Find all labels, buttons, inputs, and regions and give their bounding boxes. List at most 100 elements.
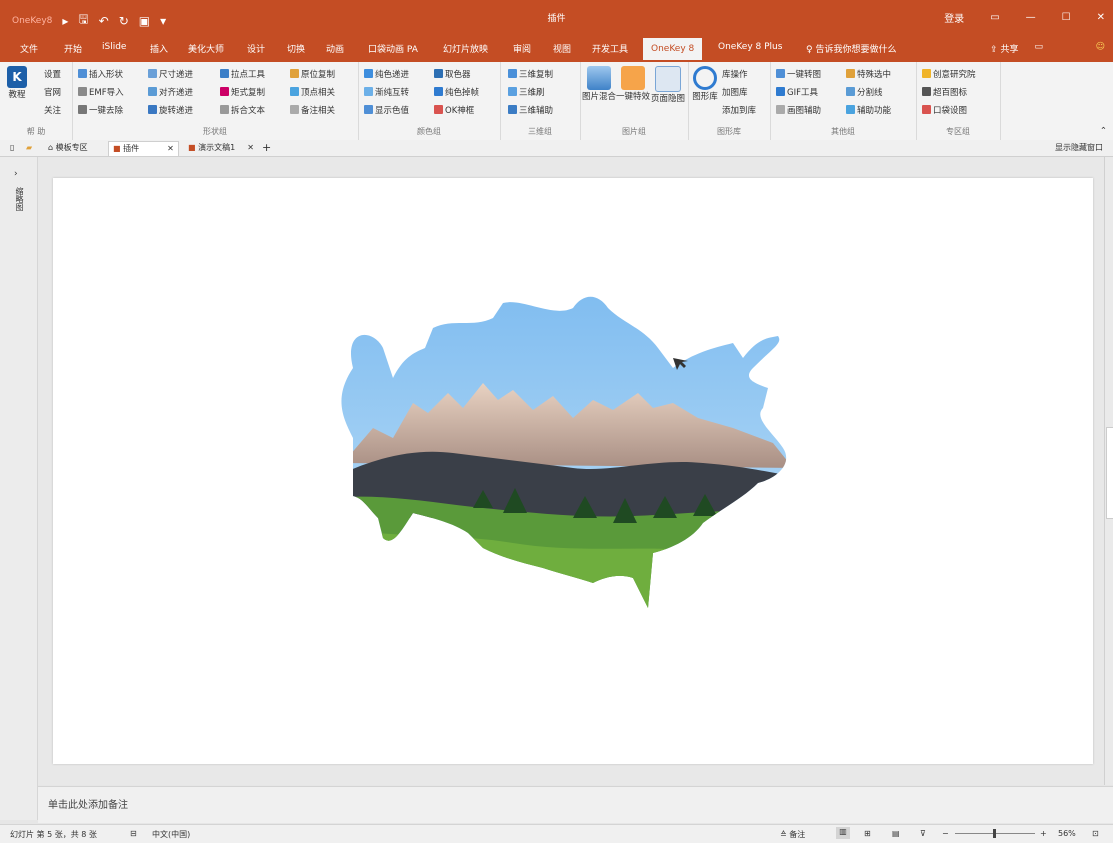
login-link[interactable]: 登录 [944,10,964,25]
home-icon: ⌂ [48,143,56,152]
tab-transitions[interactable]: 切换 [287,42,305,55]
add-tab-icon[interactable]: + [258,141,275,155]
new-file-icon[interactable]: ▯ [6,141,18,155]
notes-pane[interactable]: 单击此处添加备注 [38,786,1113,823]
tab-design[interactable]: 设计 [247,42,265,55]
one-click-remove-button[interactable]: 一键去除 [78,104,123,116]
size-step-button[interactable]: 尺寸递进 [148,68,193,80]
in-place-copy-button[interactable]: 原位复制 [290,68,335,80]
color-picker-button[interactable]: 取色器 [434,68,471,80]
doc-tab-template[interactable]: ⌂ 模板专区 [44,141,92,155]
zoom-in-icon[interactable]: + [1040,829,1047,838]
zoom-slider[interactable] [955,829,1035,838]
rotate-step-button[interactable]: 旋转递进 [148,104,193,116]
close-icon[interactable]: ✕ [1097,12,1105,23]
notes-toggle[interactable]: ≙ 备注 [780,829,805,840]
add-library-button[interactable]: 加图库 [722,86,748,98]
special-select-button[interactable]: 特殊选中 [846,68,891,80]
notes-related-button[interactable]: 备注相关 [290,104,335,116]
tab-home[interactable]: 开始 [64,42,82,55]
smiley-icon[interactable]: ☺ [1096,42,1105,52]
landscape-splash-image[interactable] [53,178,1093,764]
icon-library-button[interactable]: 超百图标 [922,86,967,98]
3d-assist-button[interactable]: 三维辅助 [508,104,553,116]
one-click-to-image-button[interactable]: 一键转图 [776,68,821,80]
point-tool-button[interactable]: 拉点工具 [220,68,265,80]
tab-view[interactable]: 视图 [553,42,571,55]
library-operation-button[interactable]: 库操作 [722,68,748,80]
settings-button[interactable]: 设置 [44,68,61,80]
expand-panel-icon[interactable]: › [14,169,18,179]
tab-beautify[interactable]: 美化大师 [188,42,224,55]
doc-tab-presentation[interactable]: ■ 演示文稿1 ✕ [184,141,258,155]
tab-insert[interactable]: 插入 [150,42,168,55]
reading-view-icon[interactable]: ▤ [892,829,900,838]
tab-onekey8[interactable]: OneKey 8 [643,38,703,60]
ok-frame-button[interactable]: OK神框 [434,104,474,116]
pocket-design-button[interactable]: 口袋设图 [922,104,967,116]
close-tab-icon[interactable]: ✕ [247,143,254,152]
tutorial-button[interactable]: K 教程 [6,66,28,101]
page-hide-picture-button[interactable]: 页面隐图 [650,66,686,105]
solid-color-step-button[interactable]: 纯色递进 [364,68,409,80]
spellcheck-icon[interactable]: ⊟ [130,829,137,838]
slide-sorter-icon[interactable]: ⊞ [864,829,871,838]
maximize-icon[interactable]: ☐ [1062,12,1071,23]
slide-counter: 幻灯片 第 5 张，共 8 张 [10,830,97,839]
tab-animations[interactable]: 动画 [326,42,344,55]
doc-tab-plugin[interactable]: ■ 插件 ✕ [108,141,179,156]
tab-islide[interactable]: iSlide [102,42,126,52]
tab-pocket-animation[interactable]: 口袋动画 PA [368,42,418,55]
minimize-icon[interactable]: — [1026,12,1036,23]
slide[interactable] [53,178,1093,764]
language-indicator[interactable]: 中文(中国) [152,829,190,840]
share-button[interactable]: ⇪ 共享 [990,42,1018,55]
value-icon [364,105,373,114]
fit-slide-icon[interactable]: ⊡ [1092,829,1099,838]
ribbon-tabs: 文件 开始 iSlide 插入 美化大师 设计 切换 动画 口袋动画 PA 幻灯… [0,36,1113,62]
zoom-level[interactable]: 56% [1058,829,1076,838]
thumbnail-label: 缩略图 [15,187,24,211]
restore-window-button[interactable]: 显示隐藏窗口 [1051,141,1107,155]
slideshow-view-icon[interactable]: ⊽ [920,829,926,838]
normal-view-icon[interactable]: ▥ [836,827,850,839]
tab-developer[interactable]: 开发工具 [592,42,628,55]
gradient-convert-button[interactable]: 渐纯互转 [364,86,409,98]
one-click-effect-button[interactable]: 一键特效 [616,66,650,103]
solid-frame-button[interactable]: 纯色掉帧 [434,86,479,98]
scrollbar-thumb[interactable] [1106,427,1113,519]
shape-library-button[interactable]: 图形库 [692,66,718,103]
3d-brush-button[interactable]: 三维刷 [508,86,545,98]
assist-function-button[interactable]: 辅助功能 [846,104,891,116]
ribbon-display-icon[interactable]: ▭ [990,12,999,23]
add-to-library-button[interactable]: 添加到库 [722,104,756,116]
tab-file[interactable]: 文件 [20,42,38,55]
vertical-scrollbar[interactable] [1104,157,1113,785]
tell-me-search[interactable]: ♀ 告诉我你想要做什么 [806,42,896,55]
vertex-button[interactable]: 顶点相关 [290,86,335,98]
zoom-out-icon[interactable]: − [942,829,949,838]
collapse-ribbon-icon[interactable]: ⌃ [1100,126,1107,136]
picture-blend-button[interactable]: 图片混合 [582,66,616,103]
zoom-slider-thumb[interactable] [993,829,996,838]
close-tab-icon[interactable]: ✕ [167,144,174,153]
show-color-value-button[interactable]: 显示色值 [364,104,409,116]
insert-shape-button[interactable]: 插入形状 [78,68,123,80]
about-button[interactable]: 关注 [44,104,61,116]
matrix-copy-button[interactable]: 矩式复制 [220,86,265,98]
tab-onekey8-plus[interactable]: OneKey 8 Plus [718,42,782,52]
3d-copy-button[interactable]: 三维复制 [508,68,553,80]
tab-slideshow[interactable]: 幻灯片放映 [443,42,488,55]
comments-icon[interactable]: ▭ [1034,42,1043,55]
open-folder-icon[interactable]: ▰ [22,141,36,155]
split-line-button[interactable]: 分割线 [846,86,883,98]
split-text-button[interactable]: 拆合文本 [220,104,265,116]
align-step-button[interactable]: 对齐递进 [148,86,193,98]
website-button[interactable]: 官网 [44,86,61,98]
gif-tool-button[interactable]: GIF工具 [776,86,818,98]
size-icon [148,69,157,78]
drawing-assist-button[interactable]: 画图辅助 [776,104,821,116]
tab-review[interactable]: 审阅 [513,42,531,55]
emf-import-button[interactable]: EMF导入 [78,86,124,98]
creative-institute-button[interactable]: 创意研究院 [922,68,976,80]
